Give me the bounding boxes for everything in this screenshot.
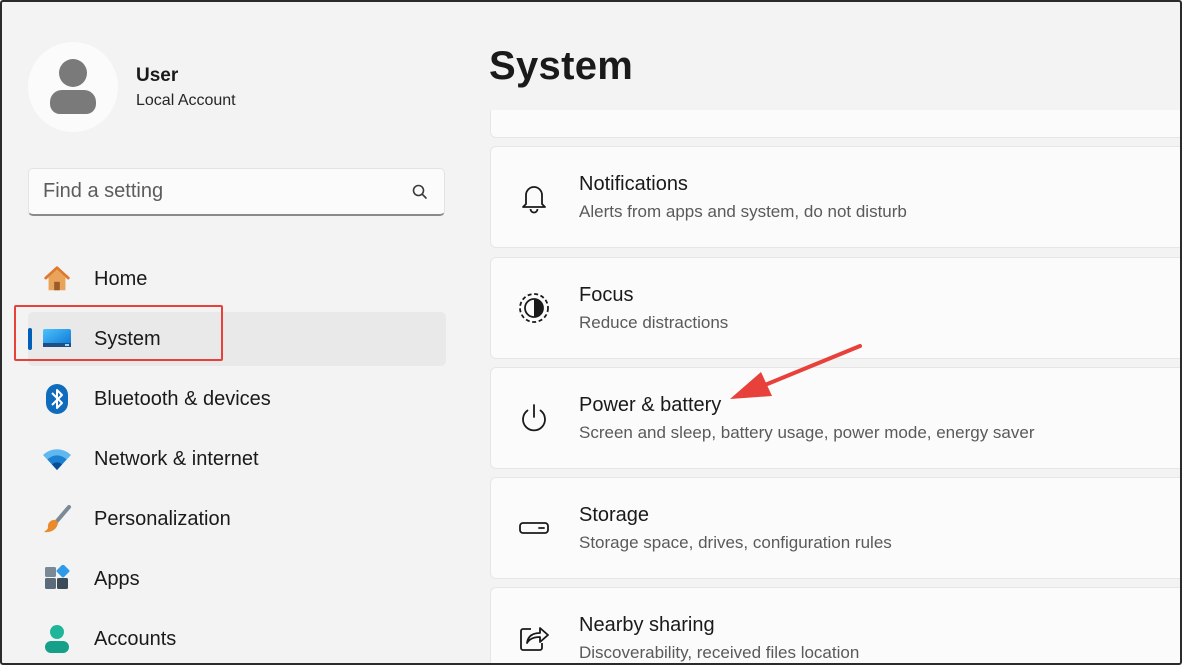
card-subtitle: Reduce distractions	[579, 312, 729, 332]
focus-icon	[514, 288, 554, 328]
avatar	[28, 42, 118, 132]
card-power-battery[interactable]: Power & battery Screen and sleep, batter…	[490, 367, 1180, 469]
storage-icon	[514, 508, 554, 548]
nav-item-home[interactable]: Home	[28, 249, 446, 309]
card-title: Power & battery	[579, 393, 722, 416]
search-icon[interactable]	[410, 182, 430, 202]
nav-item-personalization[interactable]: Personalization	[28, 489, 446, 549]
share-icon	[514, 618, 554, 658]
card-title: Storage	[579, 503, 650, 526]
card-subtitle: Screen and sleep, battery usage, power m…	[579, 422, 1035, 442]
nav-item-bluetooth[interactable]: Bluetooth & devices	[28, 369, 446, 429]
search-box[interactable]	[28, 168, 445, 216]
nav-label-home: Home	[94, 267, 148, 290]
card-notifications[interactable]: Notifications Alerts from apps and syste…	[490, 146, 1180, 248]
card-title: Notifications	[579, 172, 688, 195]
nav-item-accounts[interactable]: Accounts	[28, 609, 446, 663]
annotation-highlight-box	[14, 305, 223, 361]
nav-label-bluetooth: Bluetooth & devices	[94, 387, 271, 410]
nav-label-apps: Apps	[94, 567, 140, 590]
card-subtitle: Discoverability, received files location	[579, 642, 860, 662]
card-subtitle: Storage space, drives, configuration rul…	[579, 532, 892, 552]
card-subtitle: Alerts from apps and system, do not dist…	[579, 201, 907, 221]
card-nearby-sharing[interactable]: Nearby sharing Discoverability, received…	[490, 587, 1180, 663]
search-input[interactable]	[43, 180, 410, 203]
wifi-icon	[42, 444, 72, 474]
bell-icon	[514, 177, 554, 217]
bluetooth-icon	[42, 384, 72, 414]
nav-label-network: Network & internet	[94, 447, 259, 470]
nav-label-accounts: Accounts	[94, 627, 177, 650]
account-type: Local Account	[136, 91, 236, 109]
card-storage[interactable]: Storage Storage space, drives, configura…	[490, 477, 1180, 579]
nav-label-personalization: Personalization	[94, 507, 231, 530]
card-title: Nearby sharing	[579, 613, 715, 636]
person-icon	[42, 624, 72, 654]
nav-item-apps[interactable]: Apps	[28, 549, 446, 609]
card-title: Focus	[579, 283, 634, 306]
partial-card[interactable]	[490, 110, 1180, 138]
sidebar: User Local Account Home	[2, 2, 462, 663]
card-focus[interactable]: Focus Reduce distractions	[490, 257, 1180, 359]
apps-icon	[42, 564, 72, 594]
power-icon	[514, 398, 554, 438]
user-profile[interactable]: User Local Account	[28, 42, 236, 132]
user-name: User	[136, 64, 179, 86]
home-icon	[42, 264, 72, 294]
nav-item-network[interactable]: Network & internet	[28, 429, 446, 489]
settings-window: User Local Account Home	[0, 0, 1182, 665]
page-title: System	[489, 44, 634, 88]
brush-icon	[42, 504, 72, 534]
